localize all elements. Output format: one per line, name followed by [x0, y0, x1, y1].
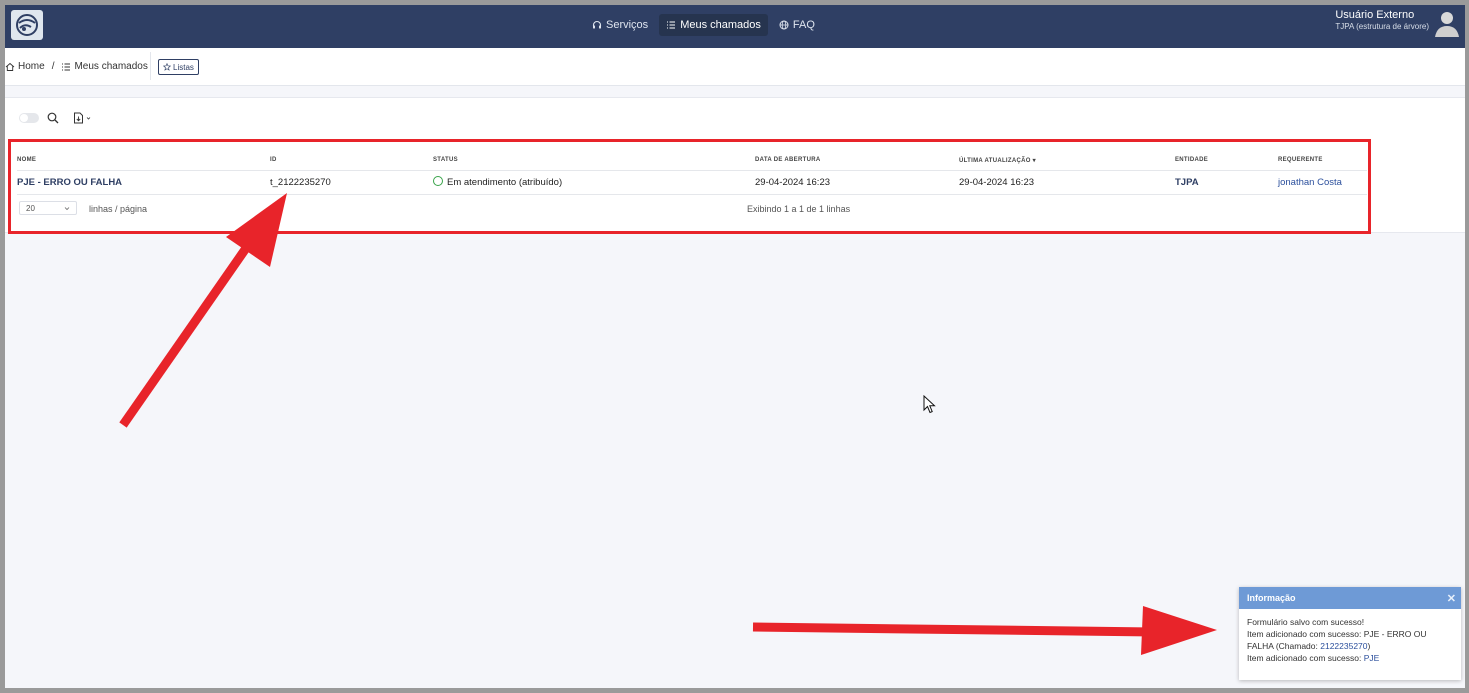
- nav-item-faq[interactable]: FAQ: [772, 14, 822, 36]
- toast-title: Informação: [1247, 593, 1296, 603]
- user-menu[interactable]: Usuário Externo TJPA (estrutura de árvor…: [1335, 9, 1429, 31]
- column-header-data-abertura[interactable]: DATA DE ABERTURA: [755, 157, 820, 163]
- lists-button-label: Listas: [173, 62, 194, 72]
- close-icon[interactable]: ✕: [1447, 592, 1456, 605]
- ticket-opened-date: 29-04-2024 16:23: [755, 177, 831, 188]
- page-size-value: 20: [26, 203, 35, 213]
- column-header-entidade[interactable]: ENTIDADE: [1175, 157, 1208, 163]
- nav-label-meus-chamados: Meus chamados: [680, 19, 761, 31]
- logo-icon: [16, 14, 38, 36]
- nav-item-meus-chamados[interactable]: Meus chamados: [659, 14, 768, 36]
- breadcrumb: Home / Meus chamados: [5, 61, 148, 72]
- nav-item-servicos[interactable]: Serviços: [585, 14, 655, 36]
- info-toast: Informação ✕ Formulário salvo com sucess…: [1239, 587, 1461, 680]
- ticket-entity: TJPA: [1175, 177, 1199, 188]
- breadcrumb-current[interactable]: Meus chamados: [74, 61, 147, 72]
- toast-header: Informação ✕: [1239, 587, 1461, 609]
- pagination-summary: Exibindo 1 a 1 de 1 linhas: [747, 204, 851, 214]
- annotation-arrow-horizontal: [752, 606, 1217, 655]
- table-footer: 20 linhas / página Exibindo 1 a 1 de 1 l…: [17, 194, 1367, 224]
- export-menu[interactable]: [73, 112, 91, 124]
- toast-line-2: Item adicionado com sucesso: PJE - ERRO …: [1247, 628, 1453, 652]
- column-header-id[interactable]: ID: [270, 157, 277, 163]
- user-entity: TJPA (estrutura de árvore): [1335, 22, 1429, 31]
- breadcrumb-bar: Home / Meus chamados Listas: [5, 48, 1465, 86]
- globe-icon: [779, 20, 789, 30]
- table-toolbar: [19, 112, 91, 124]
- app-logo[interactable]: [11, 10, 43, 40]
- ticket-status-text: Em atendimento (atribuído): [447, 177, 563, 188]
- list-icon: [667, 21, 676, 29]
- column-header-status[interactable]: STATUS: [433, 157, 458, 163]
- nav-label-faq: FAQ: [792, 19, 815, 31]
- toast-item-link[interactable]: PJE: [1364, 653, 1380, 663]
- page-size-select[interactable]: 20: [19, 201, 77, 215]
- ticket-status: Em atendimento (atribuído): [433, 176, 563, 188]
- column-header-ultima-atualizacao[interactable]: ÚLTIMA ATUALIZAÇÃO ▾: [959, 157, 1036, 164]
- table-row[interactable]: PJE - ERRO OU FALHA t_2122235270 Em aten…: [17, 170, 1367, 195]
- ticket-updated-date: 29-04-2024 16:23: [959, 177, 1035, 188]
- main-nav: Serviços Meus chamados FAQ: [585, 13, 822, 37]
- filter-toggle[interactable]: [19, 113, 39, 123]
- list-icon: [62, 63, 71, 70]
- user-name: Usuário Externo: [1335, 9, 1415, 21]
- star-icon: [163, 63, 171, 71]
- table-header: NOME ID STATUS DATA DE ABERTURA ÚLTIMA A…: [17, 150, 1367, 171]
- ticket-name-link[interactable]: PJE - ERRO OU FALHA: [17, 177, 122, 188]
- toast-line-3-text: Item adicionado com sucesso:: [1247, 653, 1364, 663]
- toast-line-3: Item adicionado com sucesso: PJE: [1247, 652, 1453, 664]
- divider: [150, 52, 151, 80]
- chevron-down-icon: [64, 206, 70, 210]
- export-file-icon: [74, 112, 83, 124]
- app-window: Serviços Meus chamados FAQ Usuário Exter…: [5, 5, 1465, 688]
- avatar-icon[interactable]: [1433, 9, 1459, 37]
- tickets-card: NOME ID STATUS DATA DE ABERTURA ÚLTIMA A…: [5, 97, 1465, 233]
- breadcrumb-separator: /: [51, 61, 55, 72]
- ticket-requester-link[interactable]: jonathan Costa: [1278, 177, 1342, 188]
- status-circle-icon: [433, 176, 443, 187]
- toast-line-2-suffix: ): [1367, 641, 1371, 651]
- home-icon: [5, 62, 15, 71]
- search-icon[interactable]: [47, 112, 59, 124]
- toast-line-1: Formulário salvo com sucesso!: [1247, 617, 1365, 627]
- nav-label-servicos: Serviços: [606, 19, 649, 31]
- chevron-down-icon: [86, 116, 91, 120]
- toast-ticket-link[interactable]: 2122235270: [1320, 641, 1367, 651]
- headset-icon: [592, 20, 602, 29]
- breadcrumb-home[interactable]: Home: [18, 61, 45, 72]
- lists-button[interactable]: Listas: [158, 59, 199, 75]
- ticket-id: t_2122235270: [270, 177, 331, 188]
- mouse-cursor-icon: [923, 395, 936, 414]
- toast-body: Formulário salvo com sucesso! Item adici…: [1239, 609, 1461, 671]
- top-navbar: Serviços Meus chamados FAQ Usuário Exter…: [5, 5, 1465, 48]
- page-size-label: linhas / página: [89, 204, 148, 214]
- column-header-nome[interactable]: NOME: [17, 157, 36, 163]
- column-header-requerente[interactable]: REQUERENTE: [1278, 157, 1323, 163]
